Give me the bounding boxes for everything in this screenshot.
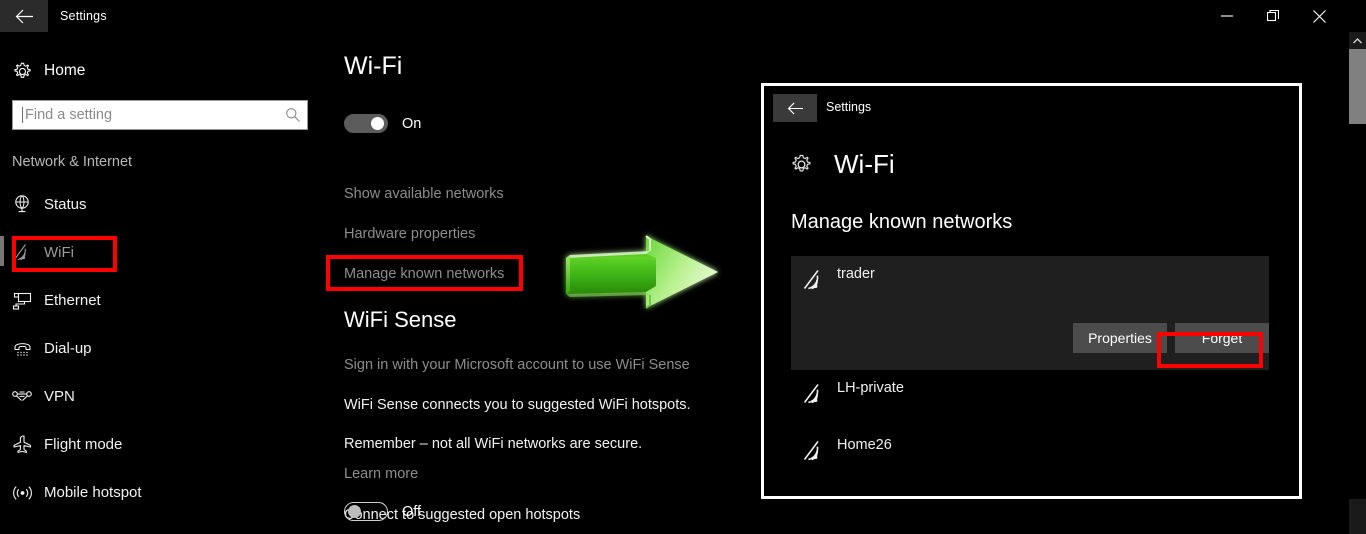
wifi-icon (0, 242, 44, 262)
network-name: LH-private (837, 380, 904, 396)
wifi-sense-signin-text: Sign in with your Microsoft account to u… (344, 357, 690, 373)
arrow-left-icon (787, 102, 803, 114)
link-manage-known-networks[interactable]: Manage known networks (344, 266, 504, 282)
network-row-lh-private[interactable]: LH-private (791, 370, 1269, 427)
inset-header: Wi-Fi (791, 149, 895, 180)
inset-back-button[interactable] (773, 94, 817, 122)
network-name: trader (837, 266, 875, 282)
back-button[interactable] (0, 0, 48, 32)
known-networks-list: trader Properties Forget LH-private Home… (791, 256, 1269, 484)
hotspot-icon (0, 482, 44, 502)
properties-button[interactable]: Properties (1073, 323, 1167, 353)
toggle-track (344, 502, 388, 521)
inset-titlebar: Settings (764, 86, 1299, 122)
minimize-icon (1221, 15, 1233, 17)
sidebar: Home Find a setting Network & Internet S… (0, 32, 320, 534)
link-show-available-networks[interactable]: Show available networks (344, 186, 504, 202)
search-placeholder: Find a setting (25, 107, 113, 123)
restore-icon (1267, 10, 1279, 22)
toggle-track (344, 114, 388, 133)
sidebar-item-home[interactable]: Home (0, 54, 320, 88)
sidebar-item-dialup[interactable]: Dial-up (0, 324, 320, 372)
ethernet-icon (0, 290, 44, 310)
inset-window-title: Settings (826, 100, 872, 114)
selection-indicator (0, 236, 4, 266)
close-icon (1312, 9, 1326, 23)
vertical-scrollbar[interactable] (1349, 32, 1366, 534)
sidebar-item-label: Dial-up (44, 339, 92, 357)
toggle-knob (371, 117, 384, 130)
chevron-up-icon (1353, 37, 1362, 43)
sidebar-item-label: Flight mode (44, 435, 123, 453)
sidebar-item-label: WiFi (44, 243, 74, 261)
network-action-buttons: Properties Forget (1073, 323, 1269, 353)
sidebar-item-vpn[interactable]: VPN (0, 372, 320, 420)
forget-button[interactable]: Forget (1175, 323, 1269, 353)
vpn-icon (0, 386, 44, 406)
close-button[interactable] (1296, 0, 1342, 32)
wifi-toggle-label: On (402, 115, 422, 132)
network-row-home26[interactable]: Home26 (791, 427, 1269, 484)
open-hotspots-toggle[interactable]: Off (344, 502, 421, 521)
arrow-left-icon (15, 9, 33, 23)
sidebar-item-mobile-hotspot[interactable]: Mobile hotspot (0, 468, 320, 516)
sidebar-item-status[interactable]: Status (0, 180, 320, 228)
sidebar-item-label: Status (44, 195, 87, 213)
globe-icon (0, 194, 44, 214)
airplane-icon (0, 434, 44, 454)
window-controls (1204, 0, 1342, 32)
sidebar-item-flight-mode[interactable]: Flight mode (0, 420, 320, 468)
green-arrow-right-icon (560, 228, 730, 320)
window-titlebar: Settings (0, 0, 1366, 32)
search-icon[interactable] (279, 107, 307, 123)
sidebar-item-label: Ethernet (44, 291, 101, 309)
wifi-sense-description-1: WiFi Sense connects you to suggested WiF… (344, 397, 691, 413)
search-input[interactable]: Find a setting (12, 100, 308, 130)
scroll-down-track[interactable] (1349, 499, 1366, 534)
gear-icon (0, 62, 44, 81)
wifi-icon (791, 380, 837, 405)
gear-icon (791, 154, 812, 175)
maximize-button[interactable] (1250, 0, 1296, 32)
page-title: Wi-Fi (344, 52, 403, 80)
inset-subheading: Manage known networks (791, 211, 1013, 233)
wifi-sense-heading: WiFi Sense (344, 307, 457, 332)
open-hotspots-toggle-label: Off (402, 503, 422, 520)
sidebar-item-label: Mobile hotspot (44, 483, 142, 501)
toggle-knob (348, 505, 361, 518)
wifi-icon (791, 437, 837, 462)
sidebar-item-label: VPN (44, 387, 75, 405)
window-title: Settings (60, 9, 107, 23)
wifi-toggle[interactable]: On (344, 114, 421, 133)
link-learn-more[interactable]: Learn more (344, 466, 418, 482)
network-row-trader[interactable]: trader Properties Forget (791, 256, 1269, 370)
scrollbar-thumb[interactable] (1349, 49, 1366, 124)
link-hardware-properties[interactable]: Hardware properties (344, 226, 475, 242)
wifi-icon (791, 266, 837, 291)
sidebar-section-title: Network & Internet (12, 154, 133, 170)
inset-settings-window: Settings Wi-Fi Manage known networks tra… (761, 83, 1302, 499)
sidebar-item-ethernet[interactable]: Ethernet (0, 276, 320, 324)
network-name: Home26 (837, 437, 892, 453)
inset-page-title: Wi-Fi (834, 149, 895, 179)
scroll-up-button[interactable] (1349, 32, 1366, 49)
phone-icon (0, 338, 44, 358)
minimize-button[interactable] (1204, 0, 1250, 32)
sidebar-nav-list: Status WiFi Ethernet Dial-up VPN Flight … (0, 180, 320, 516)
wifi-sense-description-2: Remember – not all WiFi networks are sec… (344, 436, 643, 452)
sidebar-home-label: Home (44, 62, 86, 79)
sidebar-item-wifi[interactable]: WiFi (0, 228, 320, 276)
